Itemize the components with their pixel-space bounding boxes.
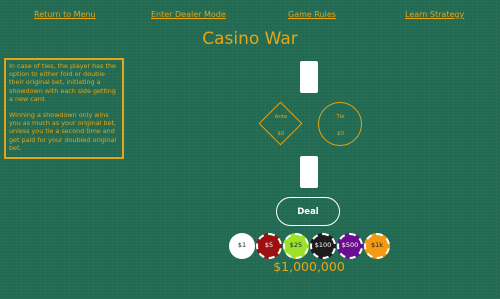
chip[interactable]: $1 bbox=[229, 233, 255, 259]
player-card bbox=[300, 156, 318, 188]
bankroll: $1,000,000 bbox=[273, 259, 345, 274]
dealer-card bbox=[300, 61, 318, 93]
ante-label: Ante bbox=[274, 114, 288, 120]
chip[interactable]: $1k bbox=[364, 233, 390, 259]
ante-value: $0 bbox=[277, 131, 285, 137]
chip[interactable]: $100 bbox=[310, 233, 336, 259]
chip[interactable]: $5 bbox=[256, 233, 282, 259]
tie-value: $0 bbox=[337, 131, 344, 137]
tie-label: Tie bbox=[336, 114, 345, 120]
chip[interactable]: $25 bbox=[283, 233, 309, 259]
info-paragraph: Winning a showdown only wins you as much… bbox=[9, 111, 117, 152]
info-paragraph: In case of ties, the player has the opti… bbox=[9, 62, 116, 103]
rules-info-box: In case of ties, the player has the opti… bbox=[4, 58, 124, 159]
dealer-mode-link[interactable]: Enter Dealer Mode bbox=[151, 10, 226, 19]
ante-bet-spot[interactable] bbox=[258, 101, 303, 146]
tie-bet-spot[interactable] bbox=[318, 102, 362, 146]
page-title: Casino War bbox=[202, 29, 298, 49]
chip[interactable]: $500 bbox=[337, 233, 363, 259]
deal-button[interactable]: Deal bbox=[276, 197, 340, 226]
learn-strategy-link[interactable]: Learn Strategy bbox=[405, 10, 464, 19]
game-rules-link[interactable]: Game Rules bbox=[288, 10, 336, 19]
return-to-menu-link[interactable]: Return to Menu bbox=[34, 10, 96, 19]
